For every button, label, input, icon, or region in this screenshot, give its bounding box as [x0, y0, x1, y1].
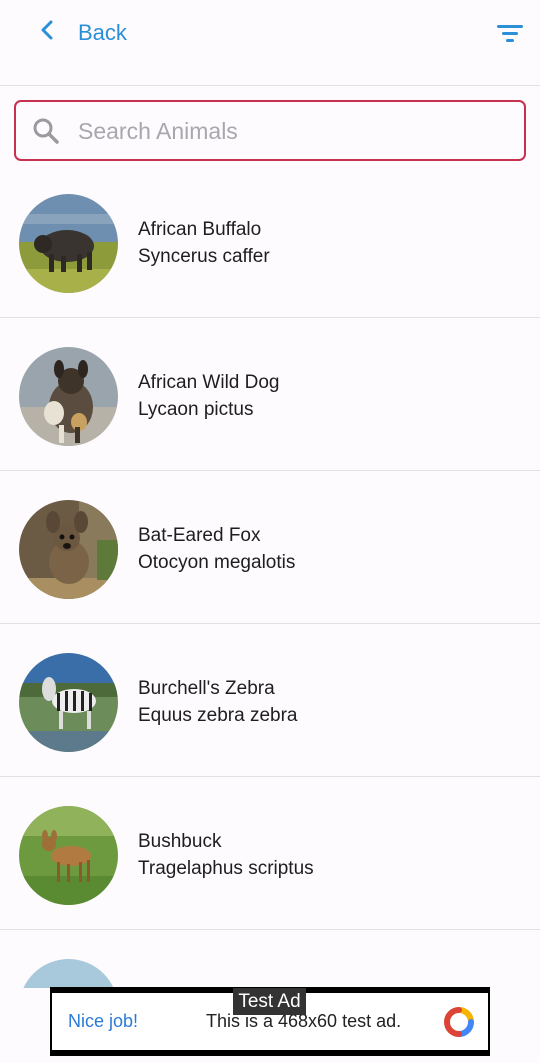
animal-name: Bushbuck [138, 831, 222, 852]
search-box[interactable] [14, 100, 526, 161]
chevron-left-icon [36, 18, 60, 48]
animal-photo [19, 653, 118, 752]
animal-name: African Buffalo [138, 219, 262, 240]
test-ad-tag: Test Ad [233, 988, 306, 1015]
animal-scientific-name: Tragelaphus scriptus [138, 858, 314, 879]
animal-name: Burchell's Zebra [138, 678, 275, 699]
list-item[interactable] [0, 931, 540, 988]
ad-logo-icon [444, 1007, 474, 1037]
animal-list: African Buffalo Syncerus caffer African … [0, 166, 540, 988]
animal-scientific-name: Equus zebra zebra [138, 705, 298, 726]
animal-photo [19, 806, 118, 905]
animal-photo [19, 347, 118, 446]
list-item[interactable]: Bushbuck Tragelaphus scriptus [0, 778, 540, 930]
search-input[interactable] [76, 110, 506, 152]
list-item[interactable]: African Buffalo Syncerus caffer [0, 166, 540, 318]
animal-scientific-name: Syncerus caffer [138, 246, 270, 267]
animal-photo [19, 500, 118, 599]
filter-button[interactable] [496, 22, 524, 46]
ad-nice-text: Nice job! [68, 1011, 139, 1031]
list-item[interactable]: Burchell's Zebra Equus zebra zebra [0, 625, 540, 777]
back-label: Back [78, 20, 127, 45]
list-item[interactable]: Bat-Eared Fox Otocyon megalotis [0, 472, 540, 624]
filter-icon [497, 25, 523, 42]
animal-photo [19, 959, 118, 988]
animal-name: African Wild Dog [138, 372, 280, 393]
list-item[interactable]: African Wild Dog Lycaon pictus [0, 319, 540, 471]
back-button[interactable]: Back [36, 14, 127, 52]
animal-photo [19, 194, 118, 293]
search-icon [33, 118, 59, 144]
animal-name: Bat-Eared Fox [138, 525, 261, 546]
top-bar: Back [0, 0, 540, 86]
animal-scientific-name: Otocyon megalotis [138, 552, 296, 573]
animal-scientific-name: Lycaon pictus [138, 399, 254, 420]
